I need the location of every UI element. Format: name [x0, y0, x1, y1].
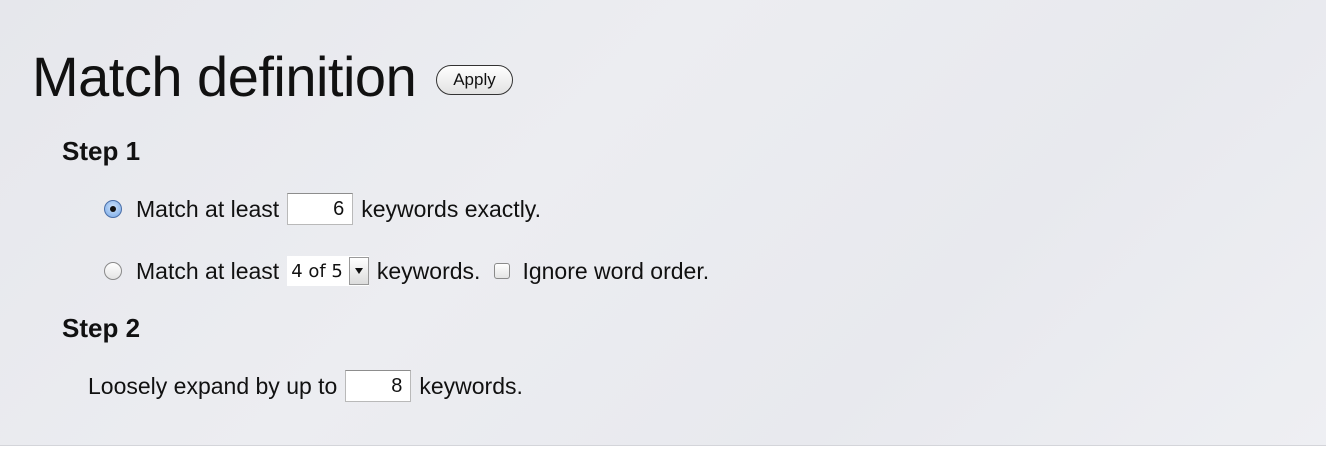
- step-1-heading: Step 1: [62, 136, 141, 166]
- fuzzy-keyword-ratio-select[interactable]: 4 of 5: [287, 256, 369, 286]
- exact-keyword-count-input[interactable]: [287, 193, 354, 225]
- fuzzy-match-row: Match at least 4 of 5 keywords. Ignore w…: [104, 253, 709, 289]
- expand-prefix: Loosely expand by up to: [88, 372, 338, 399]
- radio-selected-icon: [110, 206, 116, 212]
- step-2-heading: Step 2: [62, 313, 141, 343]
- fuzzy-match-radio[interactable]: [104, 262, 122, 280]
- fuzzy-match-suffix: keywords.: [376, 257, 481, 284]
- select-value: 4 of 5: [291, 260, 343, 282]
- expand-row: Loosely expand by up to keywords.: [88, 368, 523, 404]
- chevron-down-icon[interactable]: [348, 257, 369, 285]
- ignore-word-order-label: Ignore word order.: [522, 257, 710, 284]
- exact-match-radio[interactable]: [104, 200, 122, 218]
- apply-button[interactable]: Apply: [436, 65, 513, 95]
- fuzzy-match-prefix: Match at least: [136, 257, 280, 284]
- exact-match-suffix: keywords exactly.: [361, 195, 541, 222]
- exact-match-prefix: Match at least: [136, 195, 280, 222]
- exact-match-row: Match at least keywords exactly.: [104, 191, 541, 227]
- expand-keyword-count-input[interactable]: [345, 370, 412, 402]
- expand-suffix: keywords.: [419, 372, 523, 399]
- title-row: Match definition Apply: [32, 42, 513, 112]
- match-definition-panel: Match definition Apply Step 1 Match at l…: [0, 0, 1326, 446]
- ignore-word-order-checkbox[interactable]: [494, 263, 511, 279]
- page-title: Match definition: [32, 45, 417, 108]
